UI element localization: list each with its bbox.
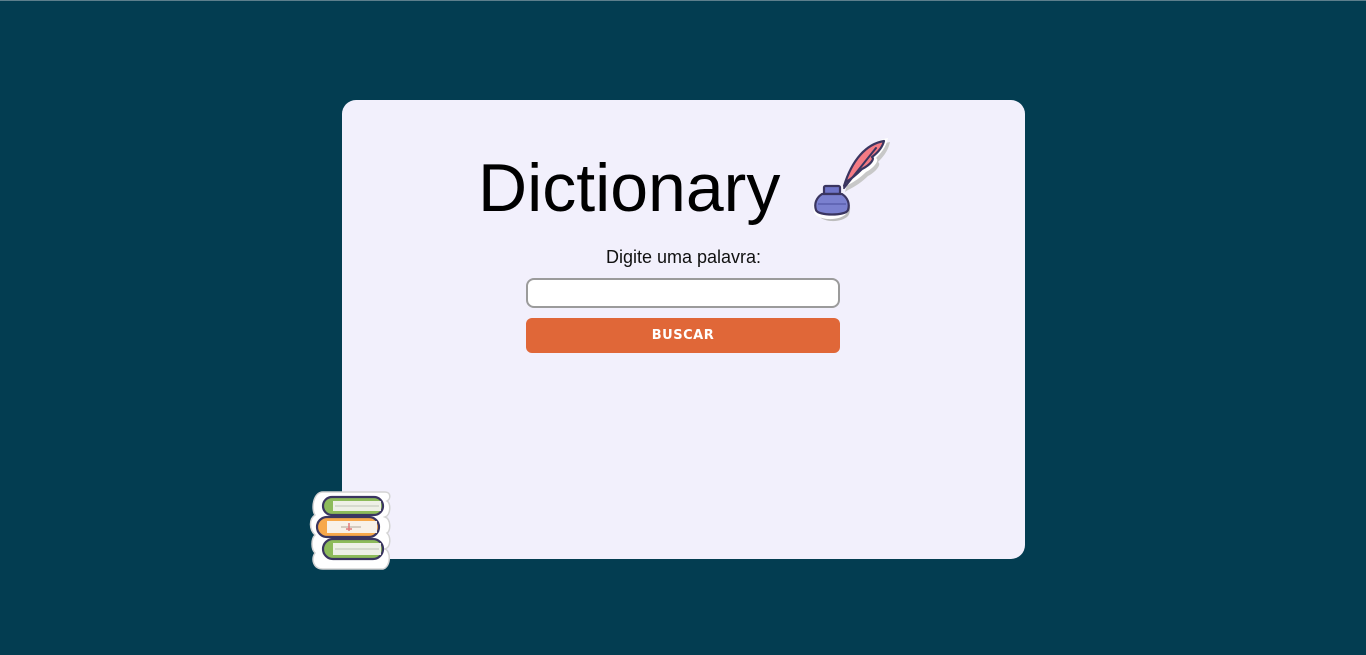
top-border-line <box>0 0 1366 1</box>
search-label: Digite uma palavra: <box>605 247 762 267</box>
books-stack-icon <box>309 491 391 570</box>
page-title: Dictionary <box>478 150 781 226</box>
quill-inkwell-icon <box>813 138 890 222</box>
dictionary-card: Dictionary Digite uma palavra: BUSCAR <box>342 100 1025 559</box>
title-row: Dictionary <box>342 134 1025 226</box>
word-input[interactable] <box>526 278 840 308</box>
search-button[interactable]: BUSCAR <box>526 318 840 353</box>
